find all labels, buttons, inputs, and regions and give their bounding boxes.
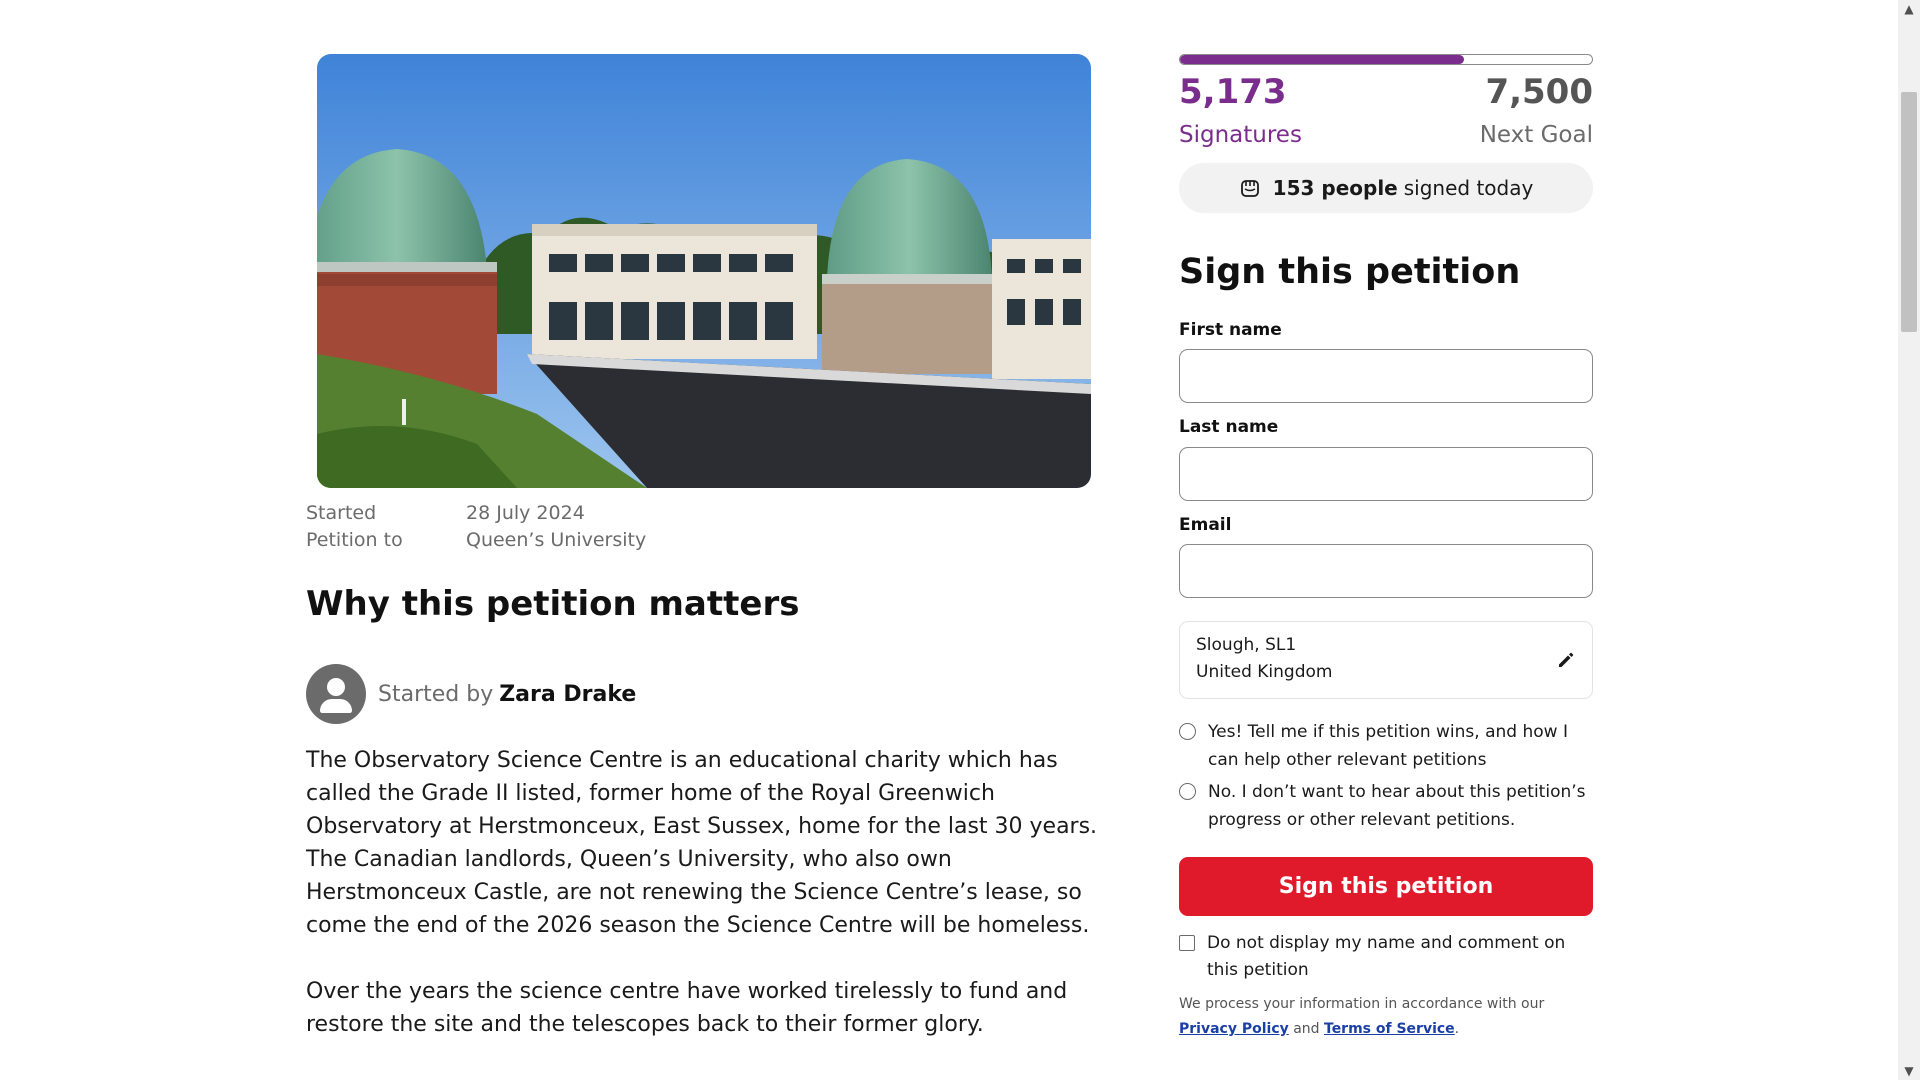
opt-in-no-radio[interactable] (1179, 783, 1196, 800)
opt-in-no-option[interactable]: No. I don’t want to hear about this peti… (1179, 778, 1599, 834)
privacy-and: and (1293, 1021, 1320, 1037)
petition-description: The Observatory Science Centre is an edu… (306, 744, 1116, 1074)
person-icon (306, 664, 366, 724)
description-paragraph-1: The Observatory Science Centre is an edu… (306, 748, 1098, 938)
scrollbar-thumb[interactable] (1901, 92, 1917, 332)
description-paragraph-2: Over the years the science centre have w… (306, 979, 1068, 1037)
starter-prefix: Started by (378, 681, 494, 707)
hide-name-option[interactable]: Do not display my name and comment on th… (1179, 930, 1599, 984)
location-country: United Kingdom (1196, 662, 1333, 682)
section-title: Why this petition matters (306, 584, 800, 624)
signed-today-pill: 153 people signed today (1179, 163, 1593, 213)
location-box: Slough, SL1 United Kingdom (1179, 621, 1593, 699)
page-scrollbar[interactable]: ▲ ▼ (1898, 0, 1920, 1080)
privacy-policy-link[interactable]: Privacy Policy (1179, 1021, 1289, 1037)
last-name-field[interactable] (1179, 447, 1593, 501)
first-name-label: First name (1179, 320, 1282, 340)
opt-in-yes-radio[interactable] (1179, 723, 1196, 740)
scroll-up-icon[interactable]: ▲ (1898, 0, 1920, 18)
signature-count: 5,173 (1179, 72, 1287, 112)
starter: Started by Zara Drake (306, 664, 636, 724)
signature-progress-fill (1180, 55, 1465, 64)
fist-icon (1240, 180, 1259, 197)
petition-meta: Started 28 July 2024 Petition to Queen’s… (306, 500, 646, 554)
petition-to-row: Petition to Queen’s University (306, 527, 646, 554)
started-date: 28 July 2024 (466, 502, 585, 524)
first-name-field[interactable] (1179, 349, 1593, 403)
sign-form-title: Sign this petition (1179, 252, 1521, 292)
signed-today-count: 153 people (1272, 176, 1398, 200)
terms-of-service-link[interactable]: Terms of Service (1324, 1021, 1455, 1037)
petition-hero-image (317, 54, 1091, 488)
pencil-icon[interactable] (1556, 650, 1576, 670)
signatures-label: Signatures (1179, 122, 1302, 148)
started-label: Started (306, 502, 377, 524)
starter-name: Zara Drake (499, 681, 637, 707)
sign-petition-button[interactable]: Sign this petition (1179, 857, 1593, 916)
scroll-down-icon[interactable]: ▼ (1898, 1062, 1920, 1080)
location-city: Slough, SL1 (1196, 635, 1297, 655)
privacy-prefix: We process your information in accordanc… (1179, 996, 1545, 1012)
opt-in-yes-label: Yes! Tell me if this petition wins, and … (1208, 722, 1568, 770)
signed-today-suffix: signed today (1403, 176, 1534, 200)
email-field[interactable] (1179, 544, 1593, 598)
petition-to-label: Petition to (306, 529, 403, 551)
started-row: Started 28 July 2024 (306, 500, 646, 527)
starter-text: Started by Zara Drake (378, 682, 636, 707)
email-label: Email (1179, 515, 1232, 535)
hide-name-checkbox[interactable] (1179, 935, 1195, 951)
opt-in-yes-option[interactable]: Yes! Tell me if this petition wins, and … (1179, 718, 1599, 774)
opt-in-no-label: No. I don’t want to hear about this peti… (1208, 782, 1586, 830)
hide-name-label: Do not display my name and comment on th… (1207, 933, 1566, 980)
goal-label: Next Goal (1479, 122, 1593, 148)
privacy-suffix: . (1454, 1021, 1460, 1037)
goal-count: 7,500 (1485, 72, 1593, 112)
last-name-label: Last name (1179, 417, 1279, 437)
petition-to-value: Queen’s University (466, 529, 647, 551)
signature-progress-bar (1179, 54, 1593, 65)
privacy-notice: We process your information in accordanc… (1179, 992, 1599, 1042)
